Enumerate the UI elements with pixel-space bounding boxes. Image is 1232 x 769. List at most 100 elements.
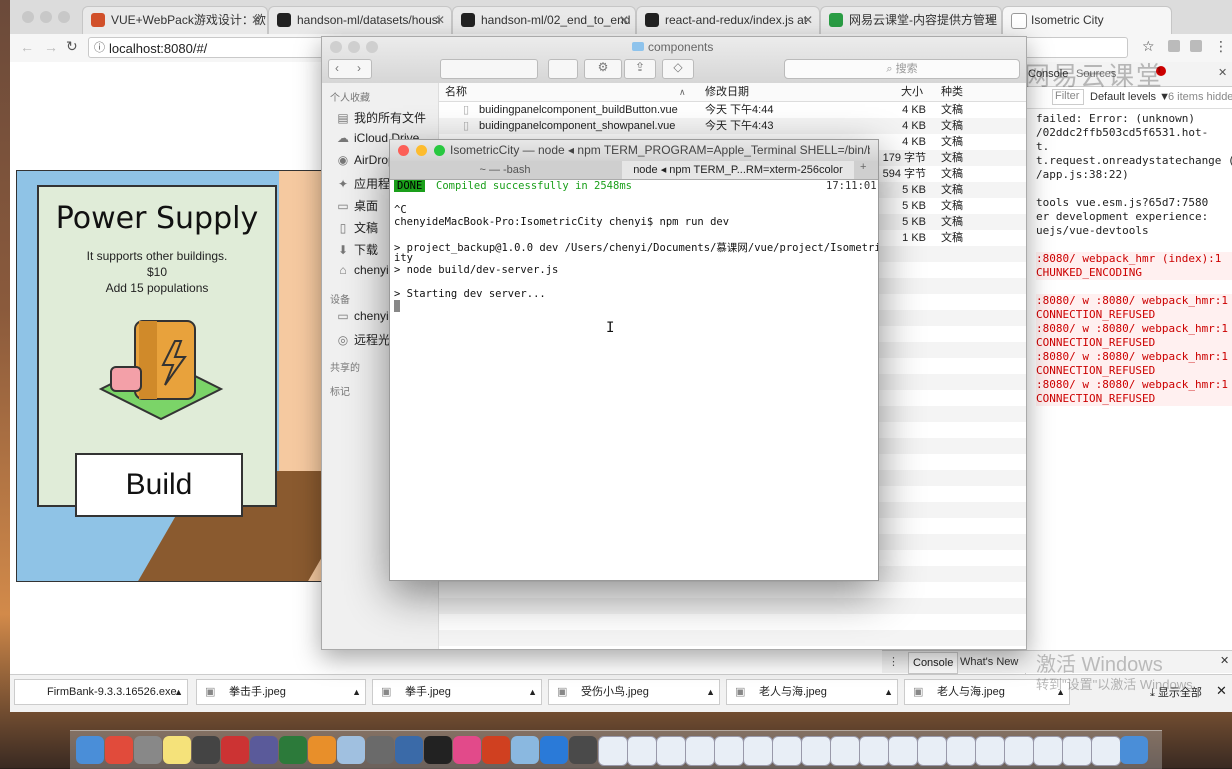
virtualbox-icon[interactable] [395,736,423,764]
file-icon[interactable] [975,736,1005,766]
close-window-button[interactable] [22,11,34,23]
itunes-icon[interactable] [453,736,481,764]
file-row[interactable]: ▯ buidingpanelcomponent_buildButton.vue 今天… [439,102,1026,118]
drawer-tab-console[interactable]: Console [908,652,959,674]
file-icon[interactable] [656,736,686,766]
download-item[interactable]: ▣ 拳手.jpeg ▲ [372,679,542,705]
chevron-down-icon[interactable]: ▲ [706,680,715,704]
file-icon[interactable] [685,736,715,766]
file-icon[interactable] [1033,736,1063,766]
column-size[interactable]: 大小 [901,83,923,101]
column-name[interactable]: 名称 [445,83,467,101]
launchpad-icon[interactable] [134,736,162,764]
minimize-window-button[interactable] [416,145,427,156]
app-icon[interactable] [366,736,394,764]
download-item[interactable]: ▣ 受伤小鸟.jpeg ▲ [548,679,720,705]
close-devtools-icon[interactable]: ✕ [1218,66,1227,79]
sidebar-item[interactable]: ▭ 桌面 [336,197,378,214]
file-icon[interactable] [743,736,773,766]
app-icon[interactable] [250,736,278,764]
forward-chevron-icon[interactable]: › [357,61,361,75]
new-tab-icon[interactable]: + [860,161,866,173]
close-tab-icon[interactable]: ✕ [435,7,445,33]
close-shelf-icon[interactable]: ✕ [1216,683,1227,699]
sidebar-item[interactable]: ◉ AirDrop [336,153,395,167]
file-icon[interactable] [946,736,976,766]
books-icon[interactable] [308,736,336,764]
column-kind[interactable]: 种类 [941,83,963,101]
build-button[interactable]: Build [75,453,243,517]
sidebar-item[interactable]: ▯ 文稿 [336,219,378,236]
back-arrow-icon[interactable]: ← [20,39,34,55]
close-tab-icon[interactable]: ✕ [985,7,995,33]
close-tab-icon[interactable]: ✕ [619,7,629,33]
arrange-button[interactable] [548,59,578,79]
sidebar-item[interactable]: ▭ chenyi [336,309,388,323]
app-icon[interactable] [482,736,510,764]
file-icon[interactable] [1004,736,1034,766]
column-date[interactable]: 修改日期 [705,83,749,101]
terminal-icon[interactable] [424,736,452,764]
extension-icon[interactable] [1190,40,1202,52]
download-item[interactable]: ▣ 拳击手.jpeg ▲ [196,679,366,705]
browser-tab[interactable]: 网易云课堂-内容提供方管理 ✕ [820,6,1002,34]
browser-tab[interactable]: handson-ml/02_end_to_end ✕ [452,6,636,34]
zoom-window-button[interactable] [434,145,445,156]
extension-icon[interactable] [1168,40,1180,52]
gear-icon[interactable]: ⚙ [584,59,622,79]
folder-icon[interactable] [598,736,628,766]
file-icon[interactable] [801,736,831,766]
app-icon[interactable] [221,736,249,764]
download-item[interactable]: ▣ 老人与海.jpeg ▲ [726,679,898,705]
app-icon[interactable] [569,736,597,764]
terminal-tab-active[interactable]: node ◂ npm TERM_P...RM=xterm-256color [622,161,854,179]
view-switcher[interactable] [440,59,538,79]
file-icon[interactable] [859,736,889,766]
chevron-down-icon[interactable]: ▲ [174,680,183,704]
share-icon[interactable]: ⇪ [624,59,656,79]
file-row[interactable]: ▯ buidingpanelcomponent_showpanel.vue 今天 下… [439,118,1026,134]
file-icon[interactable] [830,736,860,766]
file-icon[interactable] [627,736,657,766]
chevron-down-icon[interactable]: ▲ [352,680,361,704]
tag-icon[interactable]: ◇ [662,59,694,79]
download-item[interactable]: FirmBank-9.3.3.16526.exe ▲ [14,679,188,705]
sidebar-item[interactable]: ▤ 我的所有文件 [336,109,426,126]
preview-icon[interactable] [337,736,365,764]
menu-icon[interactable]: ⋮ [1214,38,1228,55]
close-tab-icon[interactable]: ✕ [251,7,261,33]
zoom-window-button[interactable] [366,41,378,53]
terminal-tab[interactable]: ~ — -bash [390,161,620,179]
file-icon[interactable] [888,736,918,766]
chevron-down-icon[interactable]: ▲ [884,680,893,704]
forward-arrow-icon[interactable]: → [44,39,58,55]
sidebar-item[interactable]: ⬇ 下载 [336,241,378,258]
file-icon[interactable] [1091,736,1121,766]
drawer-menu-icon[interactable]: ⋮ [888,655,899,668]
browser-tab[interactable]: handson-ml/datasets/housi ✕ [268,6,452,34]
file-icon[interactable] [917,736,947,766]
bookmark-star-icon[interactable]: ☆ [1142,38,1155,55]
back-chevron-icon[interactable]: ‹ [335,61,339,75]
close-tab-icon[interactable]: ✕ [803,7,813,33]
zoom-window-button[interactable] [58,11,70,23]
browser-tab[interactable]: react-and-redux/index.js at ✕ [636,6,820,34]
chrome-icon[interactable] [105,736,133,764]
minimize-window-button[interactable] [348,41,360,53]
trash-icon[interactable] [1120,736,1148,764]
sublime-icon[interactable] [192,736,220,764]
finder-icon[interactable] [76,736,104,764]
file-icon[interactable] [1062,736,1092,766]
close-window-button[interactable] [398,145,409,156]
safari-icon[interactable] [540,736,568,764]
sidebar-item[interactable]: ⌂ chenyi [336,263,388,277]
app-icon[interactable] [279,736,307,764]
close-window-button[interactable] [330,41,342,53]
notes-icon[interactable] [163,736,191,764]
folder-icon[interactable] [511,736,539,764]
browser-tab[interactable]: VUE+WebPack游戏设计：欲 ✕ [82,6,268,34]
drawer-tab-whats-new[interactable]: What's New [960,656,1018,668]
browser-tab-active[interactable]: Isometric City [1002,6,1172,34]
terminal-output[interactable]: DONE Compiled successfully in 2548ms 17:… [394,180,878,575]
chevron-down-icon[interactable]: ▲ [528,680,537,704]
